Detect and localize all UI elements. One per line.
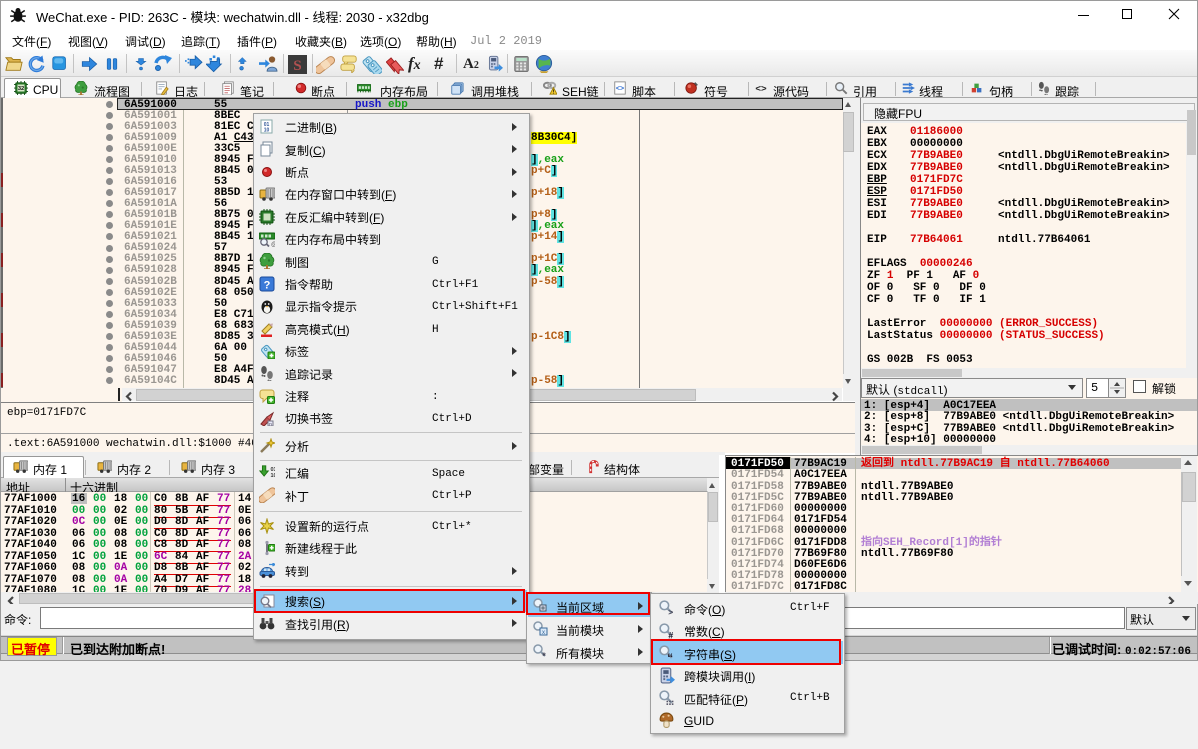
svg-text:*: * <box>542 651 546 659</box>
svg-text:x: x <box>542 630 545 636</box>
svg-text:10: 10 <box>271 473 276 479</box>
svg-text:<>: <> <box>616 86 624 93</box>
svg-text:S: S <box>293 57 301 74</box>
svg-text:#: # <box>668 630 673 639</box>
svg-text:32: 32 <box>18 86 24 92</box>
svg-text:>: > <box>668 607 673 616</box>
svg-text:10: 10 <box>264 128 270 134</box>
svg-text:@: @ <box>271 242 275 247</box>
svg-text:<>: <> <box>755 84 767 95</box>
svg-text:?: ? <box>264 279 271 291</box>
svg-text:!: ! <box>553 90 555 95</box>
